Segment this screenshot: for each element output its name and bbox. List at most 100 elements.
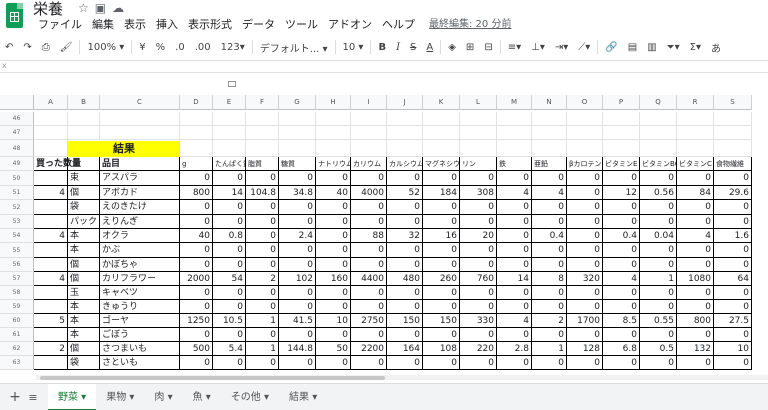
row-header[interactable]: 55 bbox=[0, 243, 34, 258]
table-cell[interactable]: 0 bbox=[423, 171, 460, 186]
table-cell[interactable]: 0 bbox=[180, 328, 213, 342]
table-cell[interactable]: 10 bbox=[714, 342, 752, 356]
table-cell[interactable]: 0 bbox=[213, 286, 246, 300]
row-header[interactable]: 46 bbox=[0, 112, 34, 126]
table-cell[interactable]: 0 bbox=[532, 171, 567, 186]
table-header-cell[interactable]: カルシウム bbox=[387, 157, 423, 171]
table-cell[interactable]: 2.4 bbox=[279, 229, 316, 243]
table-cell[interactable]: 2200 bbox=[351, 342, 387, 356]
result-banner[interactable]: 結果 bbox=[68, 141, 180, 157]
table-cell[interactable]: 0.55 bbox=[640, 314, 677, 328]
chevron-down-icon[interactable]: ▾ bbox=[203, 392, 211, 403]
table-cell[interactable]: 4000 bbox=[351, 186, 387, 200]
table-cell[interactable]: 0 bbox=[279, 215, 316, 229]
table-cell[interactable]: 0 bbox=[180, 215, 213, 229]
table-cell[interactable]: 0 bbox=[567, 356, 603, 370]
table-cell[interactable]: 0 bbox=[497, 215, 532, 229]
table-cell[interactable]: 0 bbox=[423, 215, 460, 229]
table-cell[interactable]: 0 bbox=[423, 200, 460, 215]
cell[interactable] bbox=[34, 140, 68, 157]
table-cell[interactable]: 0 bbox=[180, 286, 213, 300]
table-cell[interactable]: 0 bbox=[316, 171, 351, 186]
table-cell[interactable]: 0 bbox=[640, 328, 677, 342]
table-cell[interactable]: 2 bbox=[246, 272, 279, 286]
menu-item[interactable]: アドオン bbox=[323, 18, 377, 32]
table-cell[interactable]: 0 bbox=[714, 286, 752, 300]
table-cell[interactable]: 0 bbox=[532, 200, 567, 215]
cell[interactable] bbox=[677, 140, 714, 157]
table-cell[interactable]: 0 bbox=[213, 356, 246, 370]
row-header[interactable]: 58 bbox=[0, 286, 34, 300]
increase-decimal-button[interactable]: .00 bbox=[190, 42, 216, 53]
table-cell[interactable]: 84 bbox=[677, 186, 714, 200]
column-header-d[interactable]: D bbox=[180, 95, 213, 110]
table-cell[interactable]: 0 bbox=[677, 200, 714, 215]
table-cell[interactable] bbox=[34, 328, 68, 342]
table-cell[interactable]: 164 bbox=[387, 342, 423, 356]
table-cell[interactable]: 64 bbox=[714, 272, 752, 286]
table-cell[interactable]: 0 bbox=[677, 300, 714, 314]
cell[interactable] bbox=[460, 126, 497, 140]
cell[interactable] bbox=[246, 126, 279, 140]
sheet-tab[interactable]: 結果 ▾ bbox=[279, 384, 327, 410]
table-cell[interactable]: 0 bbox=[603, 328, 640, 342]
cell[interactable] bbox=[387, 140, 423, 157]
cell[interactable] bbox=[213, 126, 246, 140]
row-header[interactable]: 57 bbox=[0, 272, 34, 286]
table-cell[interactable]: 0 bbox=[640, 258, 677, 272]
table-cell[interactable]: 0 bbox=[180, 243, 213, 258]
cell[interactable] bbox=[279, 126, 316, 140]
table-cell[interactable]: 0 bbox=[714, 300, 752, 314]
table-cell[interactable]: きゅうり bbox=[100, 300, 180, 314]
table-cell[interactable]: 0 bbox=[387, 300, 423, 314]
menu-item[interactable]: データ bbox=[237, 18, 280, 32]
table-cell[interactable]: 41.5 bbox=[279, 314, 316, 328]
table-cell[interactable]: 4 bbox=[34, 229, 68, 243]
table-cell[interactable]: 132 bbox=[677, 342, 714, 356]
collapse-header-icon[interactable] bbox=[228, 81, 236, 87]
row-header[interactable]: 62 bbox=[0, 342, 34, 356]
table-cell[interactable]: 4 bbox=[34, 272, 68, 286]
sheet-tab[interactable]: 野菜 ▾ bbox=[48, 383, 97, 410]
table-cell[interactable]: 0 bbox=[316, 243, 351, 258]
table-cell[interactable]: 0 bbox=[567, 229, 603, 243]
table-cell[interactable]: 0 bbox=[497, 356, 532, 370]
table-cell[interactable]: さつまいも bbox=[100, 342, 180, 356]
table-cell[interactable]: 0 bbox=[603, 286, 640, 300]
cell[interactable] bbox=[532, 126, 567, 140]
table-cell[interactable]: 0 bbox=[640, 200, 677, 215]
table-cell[interactable]: 0 bbox=[213, 215, 246, 229]
table-cell[interactable]: 184 bbox=[423, 186, 460, 200]
table-cell[interactable]: 0 bbox=[677, 171, 714, 186]
table-cell[interactable]: 0 bbox=[423, 300, 460, 314]
filter-icon[interactable]: ⏷▾ bbox=[662, 42, 685, 53]
table-cell[interactable]: ごぼう bbox=[100, 328, 180, 342]
table-cell[interactable]: 0 bbox=[387, 258, 423, 272]
document-title[interactable]: 栄養 bbox=[33, 0, 63, 18]
table-cell[interactable]: 0 bbox=[603, 200, 640, 215]
table-cell[interactable]: 0 bbox=[460, 171, 497, 186]
table-cell[interactable] bbox=[34, 286, 68, 300]
table-header-cell[interactable]: 糖質 bbox=[279, 157, 316, 171]
table-cell[interactable]: 0 bbox=[351, 300, 387, 314]
table-cell[interactable]: 0 bbox=[316, 229, 351, 243]
cell[interactable] bbox=[497, 126, 532, 140]
table-cell[interactable]: 個 bbox=[68, 186, 100, 200]
table-cell[interactable]: 0 bbox=[603, 171, 640, 186]
table-cell[interactable]: 4 bbox=[532, 186, 567, 200]
table-cell[interactable]: 0 bbox=[603, 356, 640, 370]
horizontal-align-icon[interactable]: ≡▾ bbox=[503, 42, 526, 53]
table-cell[interactable]: 4 bbox=[603, 272, 640, 286]
table-cell[interactable]: 8.5 bbox=[603, 314, 640, 328]
table-cell[interactable]: 本 bbox=[68, 229, 100, 243]
table-cell[interactable]: 本 bbox=[68, 314, 100, 328]
cell[interactable] bbox=[246, 112, 279, 126]
table-header-cell[interactable]: ナトリウム bbox=[316, 157, 351, 171]
sheet-tab[interactable]: 魚 ▾ bbox=[183, 384, 221, 410]
table-cell[interactable]: 0 bbox=[180, 300, 213, 314]
table-cell[interactable]: さといも bbox=[100, 356, 180, 370]
table-cell[interactable]: 1080 bbox=[677, 272, 714, 286]
table-cell[interactable]: 0 bbox=[460, 243, 497, 258]
paint-format-icon[interactable]: 🖌 bbox=[55, 42, 78, 53]
table-header-cell[interactable]: たんぱく質 bbox=[213, 157, 246, 171]
